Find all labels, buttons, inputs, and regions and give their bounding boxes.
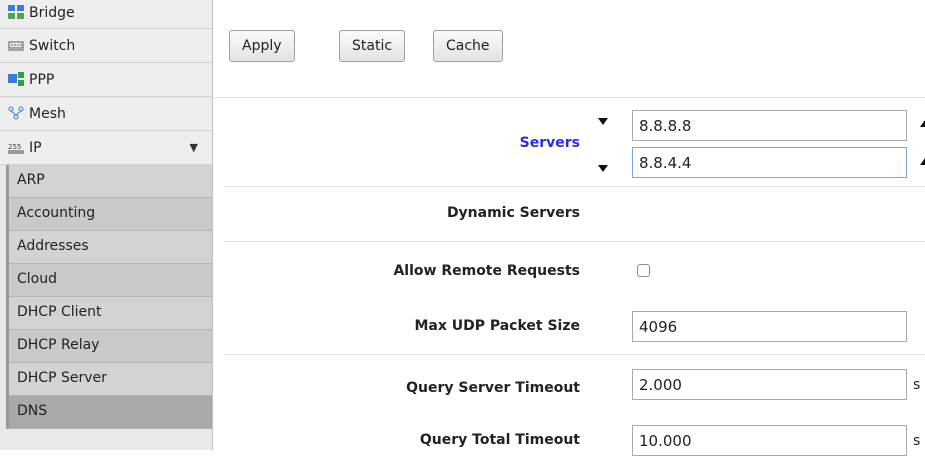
dynamic-servers-label: Dynamic Servers [446, 205, 580, 221]
sidebar-item-label: PPP [29, 72, 55, 88]
sidebar-subitem-cloud[interactable]: Cloud [9, 264, 212, 297]
sidebar-subitem-label: DHCP Relay [17, 337, 100, 353]
sidebar-subitem-addresses[interactable]: Addresses [9, 231, 212, 264]
sidebar-subitem-label: Cloud [17, 271, 57, 287]
sidebar-subitem-label: DHCP Server [17, 370, 107, 386]
sidebar-item-label: Switch [29, 38, 76, 54]
sidebar-item-label: Bridge [29, 5, 75, 21]
static-button[interactable]: Static [339, 30, 406, 62]
sidebar-item-mesh[interactable]: Mesh [0, 97, 212, 131]
sidebar-subitem-label: DHCP Client [17, 304, 102, 320]
sidebar-subitem-label: Accounting [17, 205, 96, 221]
allow-remote-label: Allow Remote Requests [393, 263, 580, 279]
server-2-dropdown-icon[interactable] [598, 165, 608, 172]
query-server-timeout-label: Query Server Timeout [406, 380, 580, 396]
switch-icon [8, 31, 24, 51]
ip-submenu: ARP Accounting Addresses Cloud DHCP Clie… [6, 165, 212, 429]
svg-text:255: 255 [8, 143, 21, 151]
sidebar-subitem-dhcp-client[interactable]: DHCP Client [9, 297, 212, 330]
sidebar-item-bridge[interactable]: Bridge [0, 0, 212, 29]
mesh-icon [8, 99, 24, 120]
allow-remote-checkbox[interactable] [637, 264, 650, 277]
apply-button[interactable]: Apply [229, 30, 295, 62]
ppp-icon [8, 65, 24, 86]
sidebar-item-ppp[interactable]: PPP [0, 63, 212, 97]
sidebar-item-label: IP [29, 140, 42, 156]
server-1-dropdown-icon[interactable] [598, 118, 608, 125]
sidebar-subitem-dhcp-server[interactable]: DHCP Server [9, 363, 212, 396]
dynamic-servers-row: Dynamic Servers [224, 188, 925, 242]
query-total-timeout-input[interactable] [632, 425, 907, 456]
sidebar: Bridge Switch PPP Mesh 255 IP ▼ ARP Acco… [0, 0, 213, 450]
query-server-timeout-input[interactable] [632, 369, 907, 400]
max-udp-label: Max UDP Packet Size [414, 318, 580, 334]
sidebar-subitem-dhcp-relay[interactable]: DHCP Relay [9, 330, 212, 363]
toolbar: Apply Static Cache [214, 0, 925, 98]
sidebar-item-switch[interactable]: Switch [0, 29, 212, 63]
query-total-timeout-unit: s [913, 433, 921, 449]
server-2-remove-icon[interactable] [920, 158, 925, 165]
query-total-timeout-label: Query Total Timeout [419, 432, 580, 448]
sidebar-subitem-arp[interactable]: ARP [9, 165, 212, 198]
server-2-input[interactable] [632, 147, 907, 178]
dns-settings-panel: Apply Static Cache Servers Dynamic Serve… [214, 0, 925, 456]
ip-icon: 255 [8, 133, 24, 154]
sidebar-subitem-accounting[interactable]: Accounting [9, 198, 212, 231]
sidebar-subitem-label: ARP [17, 172, 45, 188]
server-1-remove-icon[interactable] [920, 120, 925, 127]
server-1-input[interactable] [632, 110, 907, 141]
servers-label: Servers [519, 135, 580, 151]
sidebar-subitem-label: DNS [17, 403, 48, 419]
cache-button[interactable]: Cache [433, 30, 503, 62]
sidebar-subitem-label: Addresses [17, 238, 89, 254]
sidebar-subitem-dns[interactable]: DNS [9, 396, 212, 429]
max-udp-input[interactable] [632, 311, 907, 342]
sidebar-item-label: Mesh [29, 106, 66, 122]
query-server-timeout-unit: s [913, 377, 921, 393]
sidebar-item-ip[interactable]: 255 IP ▼ [0, 131, 212, 165]
chevron-down-icon[interactable]: ▼ [190, 131, 198, 165]
bridge-icon [8, 2, 24, 19]
